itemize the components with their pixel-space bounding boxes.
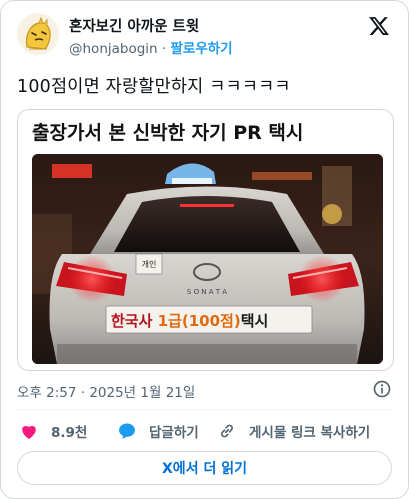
- sign-score-text: (100점): [182, 312, 241, 330]
- action-bar: 8.9천 답글하기 게시물 링크 복사하기: [17, 419, 392, 443]
- trunk-model-text: S O N A T A: [187, 288, 227, 296]
- tweet-header: 혼자보긴 아까운 트윗 @honjabogin · 팔로우하기: [17, 13, 392, 57]
- small-sign-text: 개인: [142, 259, 157, 269]
- tweet-timestamp[interactable]: 오후 2:57 · 2025년 1월 21일: [17, 381, 195, 401]
- link-icon: [221, 424, 233, 438]
- tweet-embed-card: 혼자보긴 아까운 트윗 @honjabogin · 팔로우하기 100점이면 자…: [0, 0, 409, 499]
- reply-label: 답글하기: [149, 425, 199, 441]
- avatar[interactable]: [17, 13, 59, 55]
- sign-grade-text: 1급: [158, 312, 182, 330]
- taxi-photo-illustration: 개인 S O N A T A 한국사 1급(100점)택시: [32, 154, 383, 364]
- sign-suffix-text: 택시: [241, 312, 269, 330]
- copy-link-button[interactable]: 게시물 링크 복사하기: [217, 419, 370, 443]
- like-button[interactable]: 8.9천: [19, 419, 87, 443]
- media-caption: 출장가서 본 신박한 자기 PR 택시: [32, 122, 304, 144]
- copy-link-label: 게시물 링크 복사하기: [249, 425, 371, 441]
- handle-line: @honjabogin · 팔로우하기: [69, 37, 233, 57]
- reply-button[interactable]: 답글하기: [117, 419, 199, 443]
- display-name[interactable]: 혼자보긴 아까운 트윗: [69, 15, 199, 36]
- like-count: 8.9천: [51, 425, 88, 441]
- svg-text:한국사 1급(100점)택시: 한국사 1급(100점)택시: [111, 312, 268, 330]
- heart-icon: [22, 426, 36, 439]
- taxi-photo[interactable]: 개인 S O N A T A 한국사 1급(100점)택시: [32, 154, 383, 364]
- separator-dot: ·: [161, 41, 167, 57]
- user-handle[interactable]: @honjabogin: [69, 41, 158, 57]
- follow-button[interactable]: 팔로우하기: [171, 41, 233, 57]
- tweet-text: 100점이면 자랑할만하지 ㅋㅋㅋㅋㅋ: [17, 77, 291, 97]
- x-logo-icon[interactable]: [368, 15, 390, 37]
- divider: [17, 409, 392, 410]
- speech-bubble-icon: [119, 423, 135, 439]
- sign-prefix-text: 한국사: [111, 312, 158, 330]
- read-more-button[interactable]: X에서 더 읽기: [17, 451, 392, 485]
- info-icon[interactable]: [372, 379, 392, 399]
- media-card[interactable]: 출장가서 본 신박한 자기 PR 택시 개인 S O N A T A 한국사 1…: [17, 109, 394, 371]
